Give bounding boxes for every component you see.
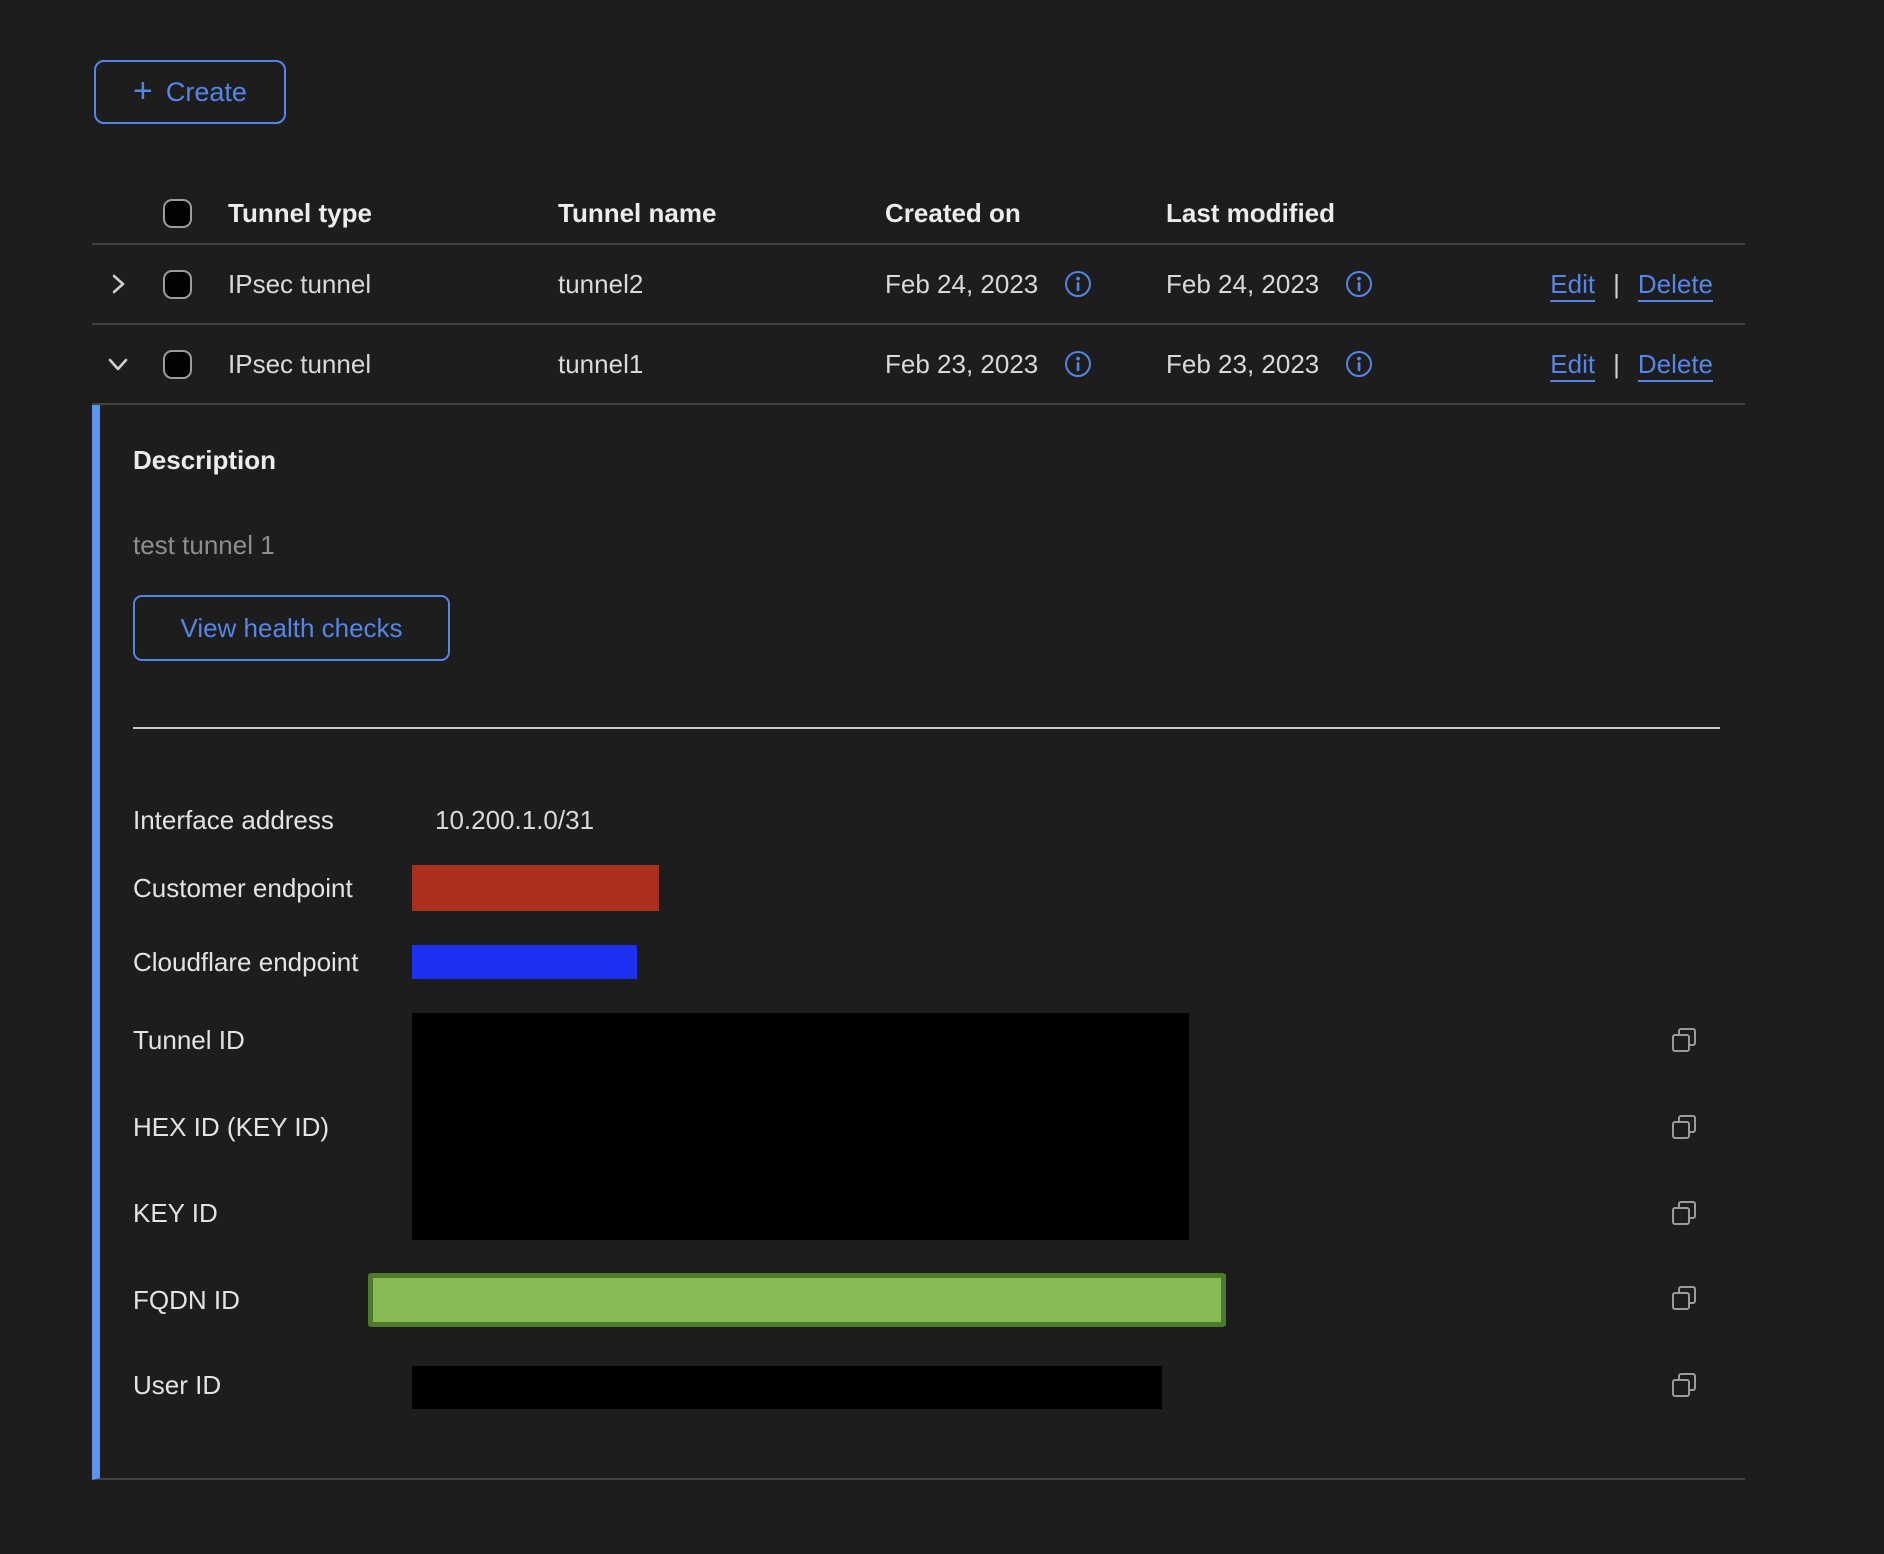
table-header-row: Tunnel type Tunnel name Created on Last … [92, 183, 1745, 245]
fqdn-id-redacted-value [368, 1273, 1226, 1327]
tunnel-name-cell: tunnel2 [558, 269, 885, 300]
row-checkbox[interactable] [163, 270, 192, 299]
hex-id-label: HEX ID (KEY ID) [133, 1109, 329, 1145]
column-header-tunnel-type: Tunnel type [228, 198, 558, 229]
plus-icon: + [133, 74, 153, 108]
cloudflare-endpoint-label: Cloudflare endpoint [133, 944, 359, 980]
copy-icon[interactable] [1669, 1112, 1699, 1142]
page: + Create Tunnel type Tunnel name Created… [0, 0, 1884, 1554]
column-header-tunnel-name: Tunnel name [558, 198, 885, 229]
create-button[interactable]: + Create [94, 60, 286, 124]
tunnel-detail-panel: Description test tunnel 1 View health ch… [92, 405, 1745, 1480]
view-health-checks-button[interactable]: View health checks [133, 595, 450, 661]
edit-link[interactable]: Edit [1550, 269, 1595, 300]
tunnel-type-cell: IPsec tunnel [228, 269, 558, 300]
row-checkbox[interactable] [163, 350, 192, 379]
info-icon[interactable] [1345, 270, 1373, 298]
last-modified-value: Feb 23, 2023 [1166, 349, 1319, 380]
customer-endpoint-label: Customer endpoint [133, 870, 353, 906]
delete-link[interactable]: Delete [1638, 269, 1713, 300]
copy-icon[interactable] [1669, 1370, 1699, 1400]
tunnel-type-cell: IPsec tunnel [228, 349, 558, 380]
copy-icon[interactable] [1669, 1025, 1699, 1055]
table-row: IPsec tunnel tunnel1 Feb 23, 2023 Feb 23… [92, 325, 1745, 405]
tunnel-id-label: Tunnel ID [133, 1022, 245, 1058]
fqdn-id-label: FQDN ID [133, 1282, 240, 1318]
section-divider [133, 727, 1720, 729]
description-label: Description [133, 442, 276, 478]
created-on-value: Feb 24, 2023 [885, 269, 1038, 300]
last-modified-value: Feb 24, 2023 [1166, 269, 1319, 300]
column-header-created-on: Created on [885, 198, 1166, 229]
description-value: test tunnel 1 [133, 527, 275, 563]
chevron-down-icon[interactable] [105, 351, 131, 377]
copy-icon[interactable] [1669, 1283, 1699, 1313]
interface-address-label: Interface address [133, 802, 334, 838]
user-id-label: User ID [133, 1367, 221, 1403]
cloudflare-endpoint-redacted-value [412, 945, 637, 979]
info-icon[interactable] [1064, 350, 1092, 378]
select-all-checkbox[interactable] [163, 199, 192, 228]
edit-link[interactable]: Edit [1550, 349, 1595, 380]
action-separator: | [1613, 349, 1620, 380]
tunnels-table: Tunnel type Tunnel name Created on Last … [92, 183, 1745, 405]
ids-redacted-value [412, 1013, 1189, 1240]
customer-endpoint-redacted-value [412, 865, 659, 911]
info-icon[interactable] [1345, 350, 1373, 378]
user-id-redacted-value [412, 1366, 1162, 1409]
action-separator: | [1613, 269, 1620, 300]
delete-link[interactable]: Delete [1638, 349, 1713, 380]
table-row: IPsec tunnel tunnel2 Feb 24, 2023 Feb 24… [92, 245, 1745, 325]
key-id-label: KEY ID [133, 1195, 218, 1231]
copy-icon[interactable] [1669, 1198, 1699, 1228]
create-button-label: Create [166, 77, 247, 108]
column-header-last-modified: Last modified [1166, 198, 1540, 229]
created-on-value: Feb 23, 2023 [885, 349, 1038, 380]
info-icon[interactable] [1064, 270, 1092, 298]
chevron-right-icon[interactable] [105, 271, 131, 297]
tunnel-name-cell: tunnel1 [558, 349, 885, 380]
interface-address-value: 10.200.1.0/31 [435, 802, 594, 838]
